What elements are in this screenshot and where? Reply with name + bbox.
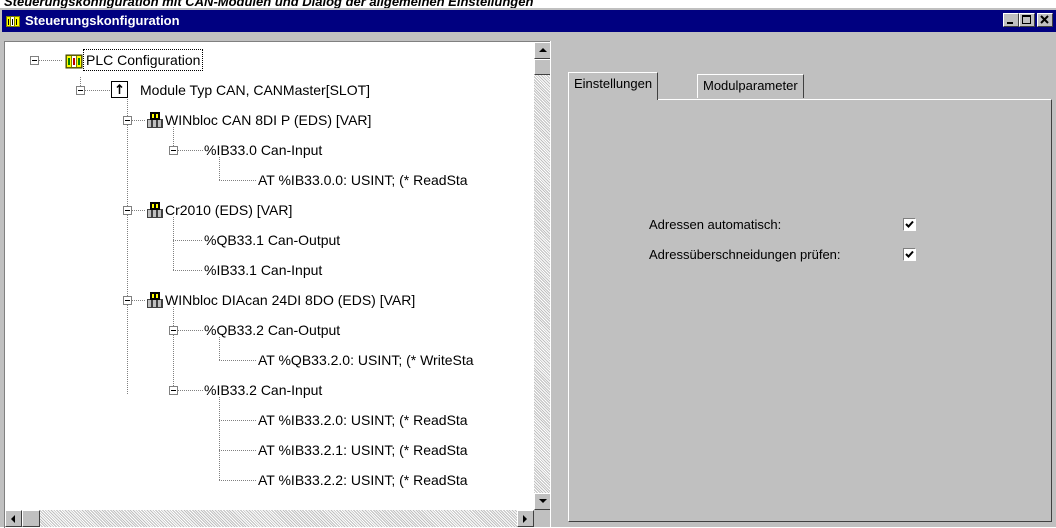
maximize-button[interactable] (1019, 13, 1035, 27)
arrow-right-icon (523, 515, 527, 523)
collapse-toggle[interactable] (169, 146, 178, 155)
tree-node-variable[interactable]: AT %IB33.0.0: USINT; (* ReadSta (258, 170, 468, 190)
can-module-icon (147, 112, 163, 128)
configuration-tree[interactable]: PLC Configuration Module Typ CAN, CANMas… (5, 42, 534, 510)
minimize-icon (1007, 22, 1013, 24)
configuration-window: Steuerungskonfiguration PLC Configuratio… (0, 8, 1056, 528)
tree-node-ib33-0-can-input[interactable]: %IB33.0 Can-Input (204, 140, 322, 160)
tree-node-plc-configuration[interactable]: PLC Configuration (82, 49, 204, 71)
checkmark-icon (905, 250, 914, 258)
tree-node-winbloc-can-8di[interactable]: WINbloc CAN 8DI P (EDS) [VAR] (165, 110, 371, 130)
tree-node-module-can-master[interactable]: Module Typ CAN, CANMaster[SLOT] (140, 80, 370, 100)
collapse-toggle[interactable] (169, 326, 178, 335)
arrow-down-icon (539, 499, 547, 503)
close-icon (1040, 15, 1049, 24)
horizontal-scroll-thumb[interactable] (22, 510, 40, 527)
vertical-scrollbar[interactable] (534, 42, 551, 510)
can-module-icon (147, 292, 163, 308)
configuration-tree-pane: PLC Configuration Module Typ CAN, CANMas… (4, 41, 551, 528)
tree-node-variable[interactable]: AT %QB33.2.0: USINT; (* WriteSta (258, 350, 474, 370)
can-module-icon (147, 202, 163, 218)
tree-node-ib33-2-can-input[interactable]: %IB33.2 Can-Input (204, 380, 322, 400)
close-button[interactable] (1037, 13, 1053, 27)
tree-node-qb33-2-can-output[interactable]: %QB33.2 Can-Output (204, 320, 340, 340)
scrollbar-corner (534, 510, 551, 527)
overlap-check-label: Adressüberschneidungen prüfen: (649, 247, 841, 262)
arrow-left-icon (11, 515, 15, 523)
tree-node-ib33-1-can-input[interactable]: %IB33.1 Can-Input (204, 260, 322, 280)
collapse-toggle[interactable] (76, 86, 85, 95)
scroll-up-button[interactable] (534, 42, 551, 59)
scroll-right-button[interactable] (517, 510, 534, 527)
tree-node-winbloc-diacan[interactable]: WINbloc DIAcan 24DI 8DO (EDS) [VAR] (165, 290, 415, 310)
title-bar[interactable]: Steuerungskonfiguration (2, 10, 1056, 32)
tree-node-cr2010[interactable]: Cr2010 (EDS) [VAR] (165, 200, 292, 220)
tree-node-variable[interactable]: AT %IB33.2.0: USINT; (* ReadSta (258, 410, 468, 430)
tab-modulparameter[interactable]: Modulparameter (697, 74, 804, 98)
collapse-toggle[interactable] (169, 386, 178, 395)
auto-address-checkbox[interactable] (903, 218, 916, 231)
plc-icon (65, 54, 83, 69)
tab-einstellungen[interactable]: Einstellungen (568, 72, 659, 100)
scroll-left-button[interactable] (5, 510, 22, 527)
plc-config-icon (6, 16, 20, 27)
settings-pane: Einstellungen Modulparameter Adressen au… (556, 41, 1056, 527)
window-title: Steuerungskonfiguration (25, 13, 180, 28)
settings-panel: Adressen automatisch: Adressüberschneidu… (568, 99, 1052, 522)
auto-address-label: Adressen automatisch: (649, 217, 782, 232)
horizontal-scrollbar[interactable] (5, 510, 534, 527)
collapse-toggle[interactable] (123, 206, 132, 215)
checkmark-icon (905, 220, 914, 228)
overlap-check-checkbox[interactable] (903, 248, 916, 261)
arrow-up-icon (539, 48, 547, 52)
scroll-down-button[interactable] (534, 493, 551, 510)
maximize-icon (1022, 15, 1031, 24)
collapse-toggle[interactable] (123, 296, 132, 305)
collapse-toggle[interactable] (30, 56, 39, 65)
vertical-scroll-thumb[interactable] (534, 59, 551, 75)
collapse-toggle[interactable] (123, 116, 132, 125)
figure-caption: Steuerungskonfiguration mit CAN-Modulen … (4, 0, 534, 8)
minimize-button[interactable] (1003, 13, 1019, 27)
module-slot-icon (111, 81, 128, 98)
tree-node-variable[interactable]: AT %IB33.2.1: USINT; (* ReadSta (258, 440, 468, 460)
tree-node-variable[interactable]: AT %IB33.2.2: USINT; (* ReadSta (258, 470, 468, 490)
tree-node-qb33-1-can-output[interactable]: %QB33.1 Can-Output (204, 230, 340, 250)
